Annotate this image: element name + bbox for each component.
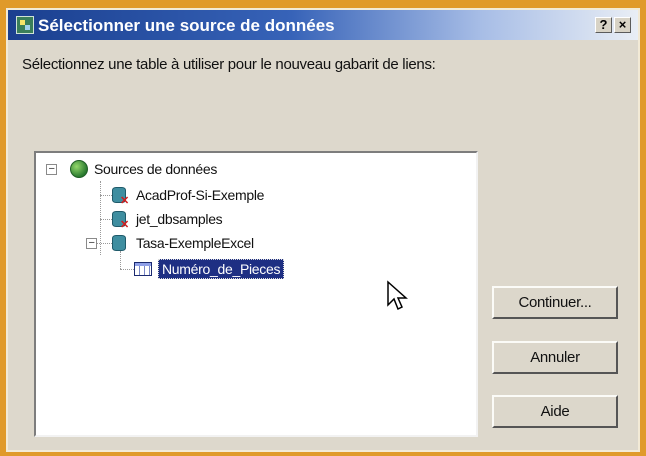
data-source-tree[interactable]: − Sources de données AcadProf-Si-Exemple… [34,151,478,437]
help-button[interactable]: Aide [492,395,618,428]
close-button[interactable]: × [614,17,631,33]
tree-guide-line [120,251,121,269]
tree-item-label: Tasa-ExempleExcel [136,235,254,251]
tree-item-label: jet_dbsamples [136,211,223,227]
instruction-text: Sélectionnez une table à utiliser pour l… [22,56,436,73]
collapse-icon[interactable]: − [46,164,57,175]
globe-database-icon [70,160,88,178]
app-icon [16,16,34,34]
mouse-pointer-icon [387,280,408,311]
title-bar[interactable]: Sélectionner une source de données ? × [8,10,638,40]
tree-guide-line [120,269,134,270]
tree-item-label: AcadProf-Si-Exemple [136,187,265,203]
table-icon [134,262,152,276]
database-error-icon [112,211,129,231]
tree-guide-line [100,219,112,220]
collapse-icon[interactable]: − [86,238,97,249]
tree-root-label: Sources de données [94,161,218,177]
tree-guide-line [100,195,112,196]
database-error-icon [112,187,129,207]
cancel-button[interactable]: Annuler [492,341,618,374]
window-title: Sélectionner une source de données [38,16,335,35]
help-title-button[interactable]: ? [595,17,612,33]
database-icon [112,235,126,251]
dialog-window: Sélectionner une source de données ? × S… [6,8,640,452]
selected-table-label: Numéro_de_Pieces [158,259,285,279]
continue-button[interactable]: Continuer... [492,286,618,319]
